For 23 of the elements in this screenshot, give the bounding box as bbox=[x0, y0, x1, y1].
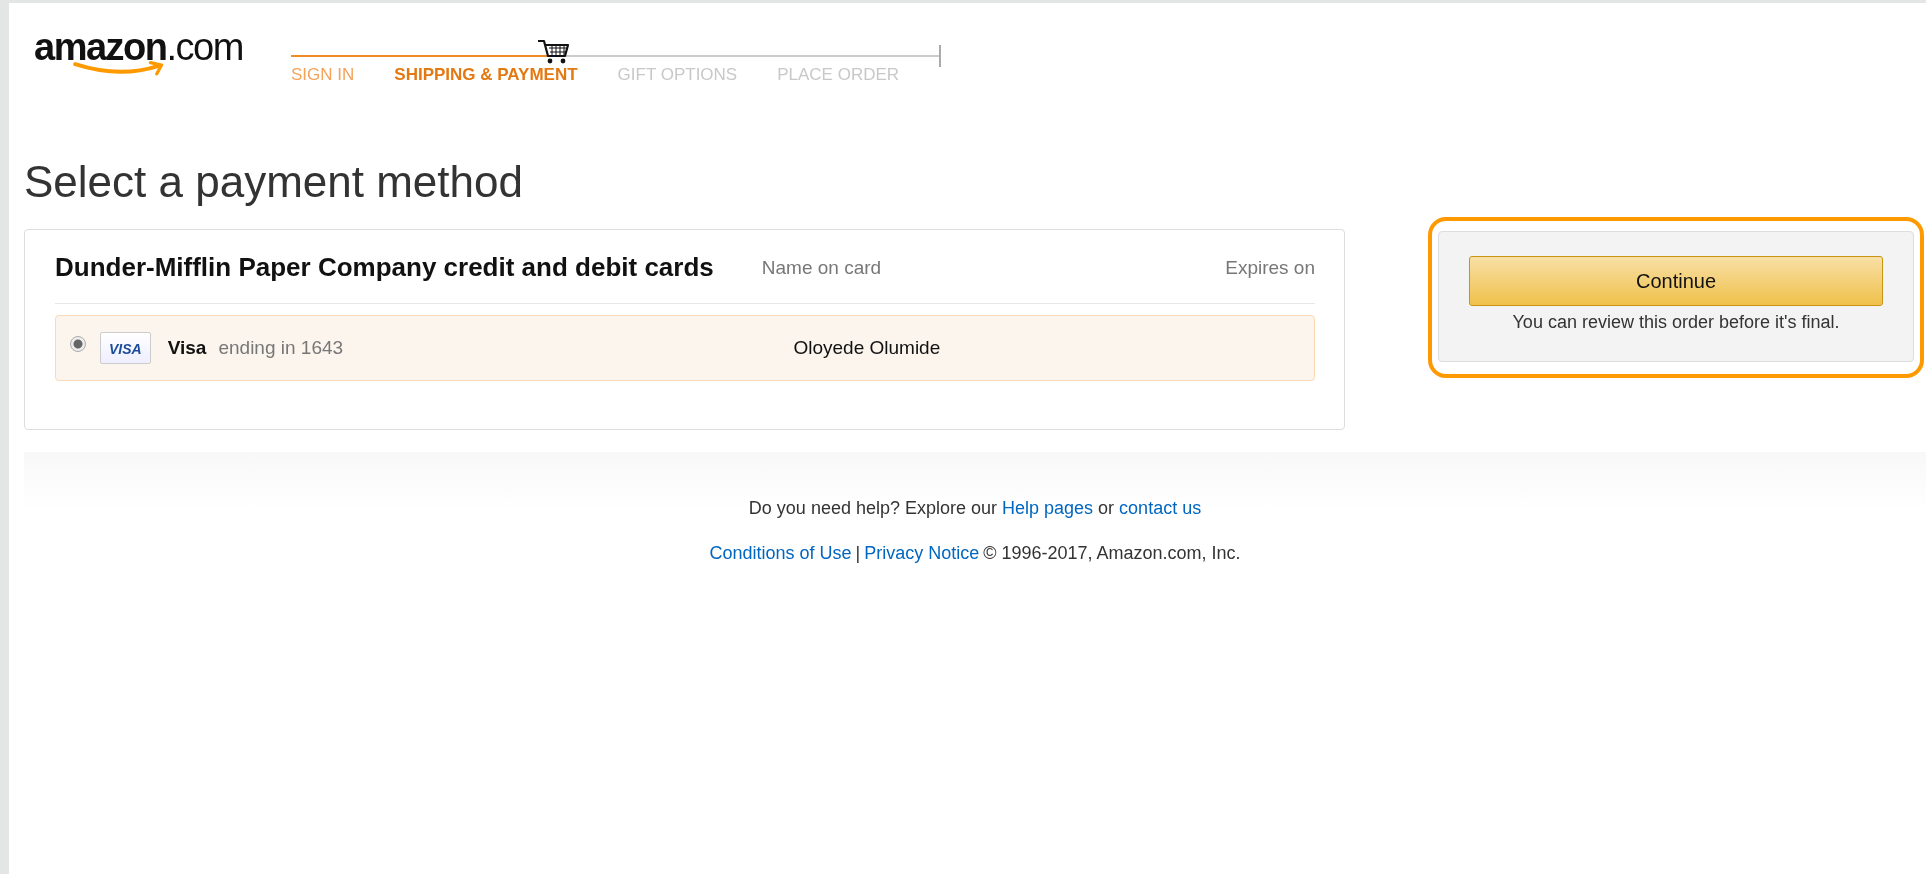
amazon-logo[interactable]: amazon.com bbox=[34, 27, 264, 77]
radio-button[interactable] bbox=[70, 336, 86, 352]
copyright-text: © 1996-2017, Amazon.com, Inc. bbox=[983, 543, 1241, 563]
checkout-step: SHIPPING & PAYMENT bbox=[394, 65, 578, 85]
card-row[interactable]: VISA Visa ending in 1643 Oloyede Olumide bbox=[55, 315, 1315, 381]
help-pages-link[interactable]: Help pages bbox=[1002, 498, 1094, 518]
card-ending: ending in 1643 bbox=[218, 337, 345, 359]
separator: | bbox=[855, 543, 861, 563]
privacy-link[interactable]: Privacy Notice bbox=[864, 543, 980, 563]
conditions-link[interactable]: Conditions of Use bbox=[709, 543, 852, 563]
help-text: Do you need help? Explore our Help pages or contact us bbox=[747, 498, 1203, 519]
checkout-step: SIGN IN bbox=[291, 65, 355, 85]
contact-us-link[interactable]: contact us bbox=[1119, 498, 1202, 518]
continue-button[interactable]: Continue bbox=[1469, 256, 1883, 306]
panel-heading: Dunder-Mifflin Paper Company credit and debit cards bbox=[55, 252, 714, 283]
page-title: Select a payment method bbox=[24, 157, 524, 207]
column-header: Name on card bbox=[761, 256, 883, 279]
card-holder-name: Oloyede Olumide bbox=[793, 337, 941, 359]
card-brand: Visa bbox=[167, 337, 207, 359]
visa-card-icon: VISA bbox=[100, 332, 151, 364]
review-note: You can review this order before it's final. bbox=[1512, 312, 1840, 333]
cart-icon bbox=[537, 39, 571, 65]
column-header: Expires on bbox=[1225, 256, 1315, 279]
